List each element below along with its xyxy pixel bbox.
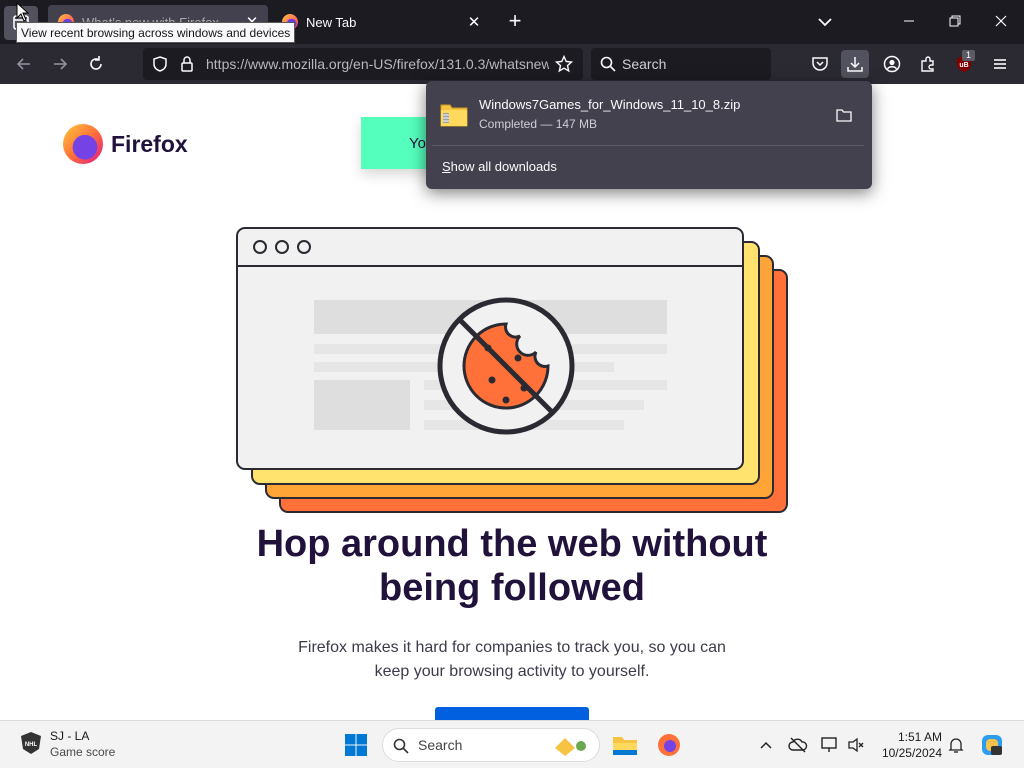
show-hidden-icons-button[interactable]: [750, 729, 782, 761]
forward-arrow-icon: [54, 58, 68, 70]
account-button[interactable]: [878, 50, 906, 78]
taskbar-search-box[interactable]: Search: [382, 728, 600, 762]
account-icon: [883, 55, 901, 73]
file-explorer-button[interactable]: [609, 729, 641, 761]
open-folder-icon[interactable]: [836, 107, 852, 123]
search-highlight-icon: [555, 738, 586, 756]
notifications-button[interactable]: [940, 729, 972, 761]
restore-button[interactable]: [932, 0, 978, 44]
new-tab-button[interactable]: +: [503, 9, 527, 33]
extensions-button[interactable]: [914, 50, 942, 78]
tab-new-tab[interactable]: New Tab ✕: [272, 5, 490, 39]
pocket-icon: [812, 57, 828, 71]
copilot-button[interactable]: [976, 729, 1008, 761]
app-menu-button[interactable]: [986, 50, 1014, 78]
reload-icon: [90, 56, 102, 70]
panel-divider: [432, 145, 864, 146]
firefox-wordmark: Firefox: [111, 130, 188, 157]
download-icon: [847, 57, 863, 72]
download-filename: Windows7Games_for_Windows_11_10_8.zip: [479, 97, 741, 112]
back-arrow-icon: [16, 58, 30, 70]
headline-line-2: being followed: [379, 567, 645, 609]
nhl-logo-icon: NHL: [21, 732, 41, 754]
chevron-up-icon: [760, 741, 772, 749]
firefox-logo-icon: [63, 124, 103, 164]
system-clock[interactable]: 1:51 AM 10/25/2024: [872, 729, 942, 761]
headline-line-1: Hop around the web without: [256, 523, 768, 565]
volume-tray-button[interactable]: [840, 729, 872, 761]
cloud-icon: [788, 737, 808, 753]
onedrive-tray-button[interactable]: [782, 729, 814, 761]
page-headline: Hop around the web without being followe…: [212, 522, 812, 610]
close-icon: [995, 15, 1007, 27]
chevron-down-icon: [818, 18, 832, 27]
tab-title: New Tab: [306, 14, 357, 30]
close-window-button[interactable]: [978, 0, 1024, 44]
copilot-icon: [982, 735, 1002, 755]
search-placeholder: Search: [622, 56, 667, 72]
subtext-line-2: keep your browsing activity to yourself.: [374, 663, 650, 680]
bell-icon: [948, 738, 964, 753]
speaker-muted-icon: [848, 737, 864, 753]
close-tab-icon[interactable]: ✕: [462, 13, 486, 31]
extension-badge: 1: [962, 50, 975, 61]
widget-subtitle: Game score: [50, 745, 116, 759]
mouse-cursor-icon: [16, 2, 30, 22]
widget-title: SJ - LA: [50, 729, 90, 743]
search-icon: [600, 56, 616, 72]
firefox-logo[interactable]: Firefox: [63, 124, 188, 164]
address-bar[interactable]: https://www.mozilla.org/en-US/firefox/13…: [143, 48, 583, 80]
clock-time: 1:51 AM: [897, 730, 942, 744]
primary-button[interactable]: [435, 707, 589, 720]
show-all-downloads-link[interactable]: Show all downloads: [442, 159, 557, 174]
firefox-view-tooltip: View recent browsing across windows and …: [16, 22, 296, 43]
url-path: /en-US/firefox/131.0.3/whatsnew/: [349, 56, 549, 72]
firefox-logo-icon: [658, 734, 680, 756]
puzzle-piece-icon: [921, 56, 934, 72]
subtext-line-1: Firefox makes it hard for companies to t…: [298, 639, 726, 656]
clock-date: 10/25/2024: [881, 746, 942, 760]
taskbar-search-placeholder: Search: [418, 737, 463, 753]
forward-button[interactable]: [46, 50, 74, 78]
back-button[interactable]: [10, 50, 38, 78]
minimize-icon: [904, 20, 914, 22]
svg-text:uB: uB: [959, 62, 968, 69]
hamburger-menu-icon: [994, 59, 1006, 69]
windows-logo-icon: [345, 734, 367, 756]
reload-button[interactable]: [82, 50, 110, 78]
start-button[interactable]: [340, 729, 372, 761]
download-status: Completed — 147 MB: [479, 117, 598, 131]
svg-text:NHL: NHL: [25, 742, 38, 748]
shield-icon[interactable]: [151, 55, 169, 73]
firefox-taskbar-button[interactable]: [653, 729, 685, 761]
downloads-button[interactable]: [841, 50, 869, 78]
page-subtext: Firefox makes it hard for companies to t…: [262, 636, 762, 684]
search-bar[interactable]: Search: [591, 48, 771, 80]
list-all-tabs-button[interactable]: [815, 12, 835, 32]
display-icon: [821, 737, 837, 752]
zip-file-icon: [440, 104, 468, 127]
navigation-toolbar: https://www.mozilla.org/en-US/firefox/13…: [0, 44, 1024, 84]
folder-icon: [613, 737, 637, 755]
cookie-blocking-illustration: [236, 227, 788, 513]
windows-taskbar: NHL SJ - LA Game score Search 1:51 AM 10…: [0, 720, 1024, 768]
bookmark-star-icon[interactable]: [555, 55, 573, 73]
lock-icon[interactable]: [178, 55, 196, 73]
downloads-panel: Windows7Games_for_Windows_11_10_8.zip Co…: [426, 81, 872, 189]
minimize-button[interactable]: [886, 0, 932, 44]
restore-icon: [949, 15, 961, 27]
url-text[interactable]: https://www.mozilla.org/en-US/firefox/13…: [206, 56, 549, 72]
url-host: https://www.mozilla.org: [206, 56, 350, 72]
pocket-button[interactable]: [806, 50, 834, 78]
search-icon: [393, 738, 409, 754]
widgets-button[interactable]: NHL SJ - LA Game score: [20, 729, 115, 759]
